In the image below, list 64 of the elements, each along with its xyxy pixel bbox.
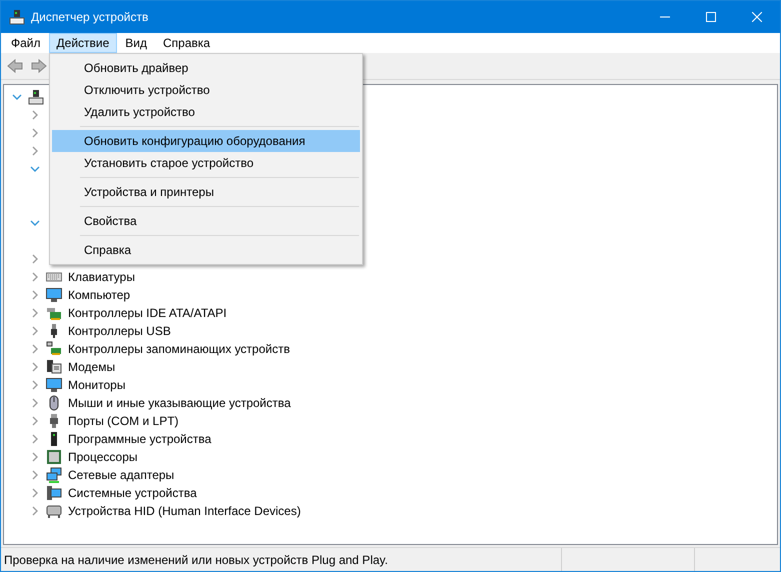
system-device-icon bbox=[46, 485, 62, 501]
tree-item[interactable]: Контроллеры USB bbox=[68, 322, 171, 340]
dropdown-item[interactable]: Обновить конфигурацию оборудования bbox=[52, 130, 360, 152]
chevron-right-icon[interactable] bbox=[30, 434, 40, 444]
menu-item[interactable]: Справка bbox=[155, 33, 218, 53]
chevron-right-icon[interactable] bbox=[30, 254, 40, 264]
processor-icon bbox=[46, 449, 62, 465]
chevron-right-icon[interactable] bbox=[30, 506, 40, 516]
chevron-down-icon[interactable] bbox=[30, 218, 40, 228]
chevron-right-icon[interactable] bbox=[30, 290, 40, 300]
tree-item[interactable]: Системные устройства bbox=[68, 484, 197, 502]
tree-item[interactable]: Процессоры bbox=[68, 448, 138, 466]
dropdown-item[interactable]: Обновить драйвер bbox=[52, 57, 360, 79]
tree-item[interactable]: Порты (COM и LPT) bbox=[68, 412, 179, 430]
chevron-right-icon[interactable] bbox=[30, 110, 40, 120]
close-icon bbox=[752, 12, 762, 22]
network-icon bbox=[46, 467, 62, 483]
chevron-down-icon[interactable] bbox=[12, 92, 22, 102]
chevron-right-icon[interactable] bbox=[30, 470, 40, 480]
chevron-right-icon[interactable] bbox=[30, 344, 40, 354]
gamepad-icon bbox=[46, 503, 62, 519]
menu-item[interactable]: Файл bbox=[3, 33, 49, 53]
tree-item[interactable]: Программные устройства bbox=[68, 430, 212, 448]
monitor-icon bbox=[46, 377, 62, 393]
menu-item[interactable]: Действие bbox=[48, 33, 118, 53]
tree-item[interactable]: Контроллеры запоминающих устройств bbox=[68, 340, 290, 358]
tree-item[interactable]: Сетевые адаптеры bbox=[68, 466, 174, 484]
chevron-right-icon[interactable] bbox=[30, 128, 40, 138]
tree-item[interactable]: Устройства HID (Human Interface Devices) bbox=[68, 502, 301, 520]
tree-item[interactable]: Компьютер bbox=[68, 286, 130, 304]
chevron-right-icon[interactable] bbox=[30, 146, 40, 156]
chevron-right-icon[interactable] bbox=[30, 398, 40, 408]
chevron-right-icon[interactable] bbox=[30, 308, 40, 318]
controller-card-icon bbox=[46, 305, 62, 321]
chevron-right-icon[interactable] bbox=[30, 452, 40, 462]
tree-item[interactable]: Клавиатуры bbox=[68, 268, 135, 286]
dropdown-item[interactable]: Удалить устройство bbox=[52, 101, 360, 123]
tree-item[interactable]: Мониторы bbox=[68, 376, 126, 394]
modem-icon bbox=[46, 359, 62, 375]
chevron-right-icon[interactable] bbox=[30, 488, 40, 498]
chevron-right-icon[interactable] bbox=[30, 362, 40, 372]
back-arrow-icon bbox=[7, 58, 23, 74]
forward-arrow-icon bbox=[31, 58, 47, 74]
chevron-down-icon[interactable] bbox=[30, 164, 40, 174]
maximize-icon bbox=[706, 12, 716, 22]
monitor-icon bbox=[46, 287, 62, 303]
dropdown-item[interactable]: Установить старое устройство bbox=[52, 152, 360, 174]
tree-item[interactable]: Модемы bbox=[68, 358, 116, 376]
chevron-right-icon[interactable] bbox=[30, 416, 40, 426]
chevron-right-icon[interactable] bbox=[30, 326, 40, 336]
app-icon bbox=[9, 9, 25, 25]
dropdown-item[interactable]: Отключить устройство bbox=[52, 79, 360, 101]
chevron-right-icon[interactable] bbox=[30, 272, 40, 282]
window-title: Диспетчер устройств bbox=[31, 9, 148, 26]
dropdown-item[interactable]: Устройства и принтеры bbox=[52, 181, 360, 203]
dropdown-item[interactable]: Свойства bbox=[52, 210, 360, 232]
chevron-right-icon[interactable] bbox=[30, 380, 40, 390]
menu-item[interactable]: Вид bbox=[117, 33, 155, 53]
dropdown-item[interactable]: Справка bbox=[52, 239, 360, 261]
status-text: Проверка на наличие изменений или новых устройств Plug and Play. bbox=[4, 552, 388, 568]
storage-controller-icon bbox=[46, 341, 62, 357]
computer-icon bbox=[28, 89, 44, 105]
tree-item[interactable]: Мыши и иные указывающие устройства bbox=[68, 394, 291, 412]
tree-item[interactable]: Контроллеры IDE ATA/ATAPI bbox=[68, 304, 227, 322]
